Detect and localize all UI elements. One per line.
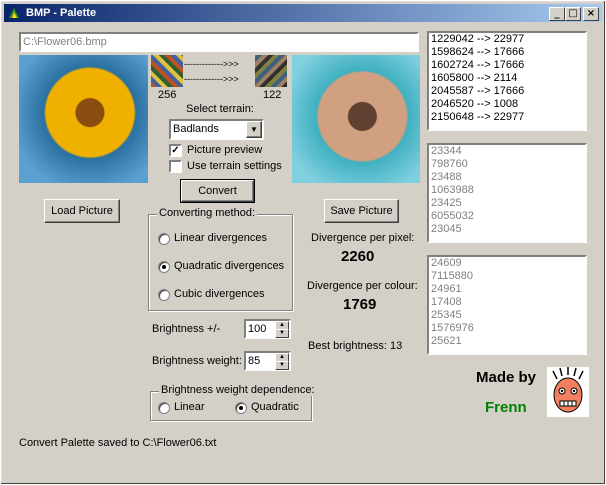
list-item[interactable]: 23045 <box>429 223 585 236</box>
dependence-quadratic-label: Quadratic <box>251 401 299 413</box>
author-name: Frenn <box>485 399 527 416</box>
terrain-settings-checkbox[interactable] <box>169 160 182 173</box>
brightness-dependence-group: Brightness weight dependence: Linear Qua… <box>150 384 317 421</box>
values-list-3[interactable]: 24609 7115880 24961 17408 25345 1576976 … <box>427 255 587 355</box>
terrain-select[interactable]: Badlands ▼ <box>169 119 264 140</box>
load-picture-button[interactable]: Load Picture <box>44 199 120 223</box>
list-item[interactable]: 25621 <box>429 335 585 348</box>
terrain-settings-label: Use terrain settings <box>187 160 282 172</box>
mapping-list[interactable]: 1229042 --> 22977 1598624 --> 17666 1602… <box>427 31 587 131</box>
list-item[interactable]: 1576976 <box>429 322 585 335</box>
method-cubic-label: Cubic divergences <box>174 288 265 300</box>
values-list-2[interactable]: 23344 798760 23488 1063988 23425 6055032… <box>427 143 587 243</box>
brightness-label: Brightness +/- <box>152 323 221 335</box>
picture-preview-label: Picture preview <box>187 144 263 156</box>
source-color-count: 256 <box>158 89 177 101</box>
converted-picture <box>292 55 420 183</box>
select-terrain-label: Select terrain: <box>186 103 254 115</box>
status-text: Convert Palette saved to C:\Flower06.txt <box>19 437 217 449</box>
source-palette-swatch <box>151 55 183 87</box>
file-path-field[interactable]: C:\Flower06.bmp <box>19 32 419 52</box>
divergence-per-pixel-label: Divergence per pixel: <box>311 232 415 244</box>
target-color-count: 122 <box>263 89 282 101</box>
method-cubic-radio[interactable] <box>158 289 170 301</box>
method-linear-radio[interactable] <box>158 233 170 245</box>
method-quadratic-label: Quadratic divergences <box>174 260 285 272</box>
save-picture-button[interactable]: Save Picture <box>324 199 399 223</box>
convert-button[interactable]: Convert <box>180 179 255 203</box>
converting-method-title: Converting method: <box>157 207 257 219</box>
window-title: BMP - Palette <box>26 7 97 19</box>
picture-preview-checkbox[interactable]: ✓ <box>169 144 182 157</box>
best-brightness-value: 13 <box>390 340 403 352</box>
best-brightness-label: Best brightness: <box>308 340 387 352</box>
list-item[interactable]: 23344 <box>429 145 585 158</box>
list-item[interactable]: 2045587 --> 17666 <box>429 85 585 98</box>
list-item[interactable]: 23425 <box>429 197 585 210</box>
list-item[interactable]: 23488 <box>429 171 585 184</box>
method-linear-label: Linear divergences <box>174 232 267 244</box>
divergence-per-colour-label: Divergence per colour: <box>307 280 418 292</box>
list-item[interactable]: 6055032 <box>429 210 585 223</box>
brightness-weight-value: 85 <box>248 355 261 367</box>
chevron-down-icon[interactable]: ▼ <box>246 121 262 138</box>
brightness-weight-spinner[interactable]: ▲ ▼ <box>275 353 289 371</box>
dependence-quadratic-radio[interactable] <box>235 402 247 414</box>
list-item[interactable]: 24961 <box>429 283 585 296</box>
brightness-input[interactable]: 100 ▲ ▼ <box>244 319 291 339</box>
made-by-label: Made by <box>476 369 537 386</box>
brightness-weight-label: Brightness weight: <box>152 355 242 367</box>
author-avatar-icon <box>547 367 589 417</box>
list-item[interactable]: 2150648 --> 22977 <box>429 111 585 124</box>
palette-arrow-bottom: ------------->>> <box>184 74 239 84</box>
converting-method-group: Converting method: Linear divergences Qu… <box>148 207 293 311</box>
dependence-linear-label: Linear <box>174 401 205 413</box>
list-item[interactable]: 1602724 --> 17666 <box>429 59 585 72</box>
app-icon <box>9 8 19 18</box>
target-palette-swatch <box>255 55 287 87</box>
list-item[interactable]: 1605800 --> 2114 <box>429 72 585 85</box>
list-item[interactable]: 25345 <box>429 309 585 322</box>
list-item[interactable]: 1598624 --> 17666 <box>429 46 585 59</box>
minimize-button[interactable]: _ <box>549 7 565 21</box>
brightness-weight-input[interactable]: 85 ▲ ▼ <box>244 351 291 371</box>
list-item[interactable]: 1063988 <box>429 184 585 197</box>
list-item[interactable]: 7115880 <box>429 270 585 283</box>
brightness-dependence-title: Brightness weight dependence: <box>159 384 317 396</box>
list-item[interactable]: 17408 <box>429 296 585 309</box>
original-picture <box>19 55 148 183</box>
terrain-select-value: Badlands <box>173 123 219 135</box>
palette-arrow-top: ------------->>> <box>184 59 239 69</box>
list-item[interactable]: 1229042 --> 22977 <box>429 33 585 46</box>
divergence-per-pixel-value: 2260 <box>341 248 375 265</box>
brightness-spinner[interactable]: ▲ ▼ <box>275 321 289 339</box>
brightness-value: 100 <box>248 323 267 335</box>
method-quadratic-radio[interactable] <box>158 261 170 273</box>
list-item[interactable]: 24609 <box>429 257 585 270</box>
file-path-text: C:\Flower06.bmp <box>23 36 107 48</box>
divergence-per-colour-value: 1769 <box>343 296 377 313</box>
maximize-button[interactable]: □ <box>565 7 581 21</box>
list-item[interactable]: 2046520 --> 1008 <box>429 98 585 111</box>
title-bar[interactable]: BMP - Palette _ □ × <box>4 4 602 22</box>
list-item[interactable]: 798760 <box>429 158 585 171</box>
dependence-linear-radio[interactable] <box>158 402 170 414</box>
close-button[interactable]: × <box>583 7 599 21</box>
app-window: BMP - Palette _ □ × C:\Flower06.bmp ----… <box>0 0 606 485</box>
